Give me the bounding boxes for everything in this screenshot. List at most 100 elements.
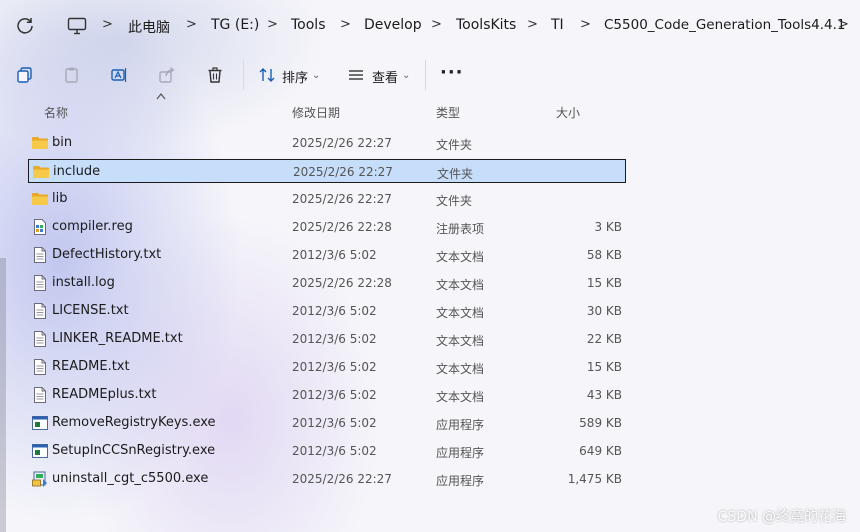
file-type: 注册表项 (436, 222, 485, 236)
file-type: 文本文档 (436, 390, 485, 404)
file-size: 589 KB (579, 416, 622, 430)
breadcrumb-item[interactable]: TG (E:) (211, 17, 259, 33)
text-file-icon (31, 386, 49, 404)
chevron-right-icon[interactable]: > (186, 17, 197, 32)
file-size: 58 KB (586, 248, 622, 262)
command-bar: 排序 ⌄ 查看 ⌄ ··· (0, 52, 860, 98)
chevron-right-icon[interactable]: > (267, 17, 278, 32)
chevron-right-icon[interactable]: > (431, 17, 442, 32)
chevron-right-icon[interactable]: > (580, 17, 591, 32)
file-size: 22 KB (586, 332, 622, 346)
file-modified: 2012/3/6 5:02 (292, 360, 377, 374)
file-row[interactable]: uninstall_cgt_c5500.exe 2025/2/26 22:27 应用… (28, 467, 626, 491)
breadcrumb-item-current[interactable]: C5500_Code_Generation_Tools4.4.1 (604, 17, 846, 33)
file-name: READMEplus.txt (52, 387, 157, 402)
file-row[interactable]: READMEplus.txt 2012/3/6 5:02 文本文档 43 KB (28, 383, 626, 407)
breadcrumb-item[interactable]: ToolsKits (456, 17, 516, 33)
file-name: LICENSE.txt (52, 303, 129, 318)
file-size: 3 KB (594, 220, 622, 234)
file-type: 文本文档 (436, 250, 485, 264)
file-name: RemoveRegistryKeys.exe (52, 415, 216, 430)
file-row[interactable]: README.txt 2012/3/6 5:02 文本文档 15 KB (28, 355, 626, 379)
file-row[interactable]: lib 2025/2/26 22:27 文件夹 (28, 187, 626, 211)
file-row[interactable]: include 2025/2/26 22:27 文件夹 (28, 159, 626, 183)
file-modified: 2012/3/6 5:02 (292, 388, 377, 402)
text-file-icon (31, 246, 49, 264)
chevron-right-icon[interactable]: > (838, 17, 849, 32)
file-type: 文件夹 (436, 194, 473, 208)
file-modified: 2012/3/6 5:02 (292, 248, 377, 262)
file-type: 文件夹 (436, 138, 473, 152)
file-type: 文本文档 (436, 334, 485, 348)
file-row[interactable]: LINKER_README.txt 2012/3/6 5:02 文本文档 22 KB (28, 327, 626, 351)
file-row[interactable]: SetupInCCSnRegistry.exe 2012/3/6 5:02 应用程序… (28, 439, 626, 463)
file-modified: 2012/3/6 5:02 (292, 416, 377, 430)
column-header-type[interactable]: 类型 (436, 104, 460, 121)
file-modified: 2012/3/6 5:02 (292, 332, 377, 346)
file-size: 649 KB (579, 444, 622, 458)
column-header-size[interactable]: 大小 (556, 104, 580, 121)
text-file-icon (31, 358, 49, 376)
column-header-name[interactable]: 名称 (44, 104, 68, 121)
application-icon (31, 414, 49, 432)
breadcrumb-item[interactable]: Tools (291, 17, 326, 33)
file-type: 应用程序 (436, 474, 485, 488)
rename-icon[interactable] (108, 64, 130, 86)
file-type: 文本文档 (436, 362, 485, 376)
file-modified: 2025/2/26 22:27 (292, 472, 392, 486)
column-header-modified[interactable]: 修改日期 (292, 104, 340, 121)
toolbar-divider (243, 60, 244, 90)
copy-icon[interactable] (14, 64, 36, 86)
view-button-label[interactable]: 查看 (372, 67, 398, 86)
chevron-right-icon[interactable]: > (340, 17, 351, 32)
file-row[interactable]: bin 2025/2/26 22:27 文件夹 (28, 131, 626, 155)
chevron-down-icon[interactable]: ⌄ (402, 70, 410, 81)
delete-icon[interactable] (204, 64, 226, 86)
folder-icon (31, 190, 49, 208)
file-modified: 2012/3/6 5:02 (292, 304, 377, 318)
file-type: 文件夹 (437, 167, 474, 181)
breadcrumb-item[interactable]: 此电脑 (128, 17, 170, 37)
file-size: 43 KB (586, 388, 622, 402)
this-pc-icon[interactable] (66, 15, 88, 37)
file-modified: 2025/2/26 22:27 (292, 192, 392, 206)
file-row[interactable]: DefectHistory.txt 2012/3/6 5:02 文本文档 58 KB (28, 243, 626, 267)
file-row[interactable]: compiler.reg 2025/2/26 22:28 注册表项 3 KB (28, 215, 626, 239)
breadcrumb-item[interactable]: TI (551, 17, 564, 33)
chevron-down-icon[interactable]: ⌄ (312, 70, 320, 81)
share-icon[interactable] (156, 64, 178, 86)
address-bar: > 此电脑 > TG (E:) > Tools > Develop > Tool… (0, 0, 860, 52)
file-row[interactable]: install.log 2025/2/26 22:28 文本文档 15 KB (28, 271, 626, 295)
file-row[interactable]: RemoveRegistryKeys.exe 2012/3/6 5:02 应用程序 5… (28, 411, 626, 435)
file-name: uninstall_cgt_c5500.exe (52, 471, 209, 486)
file-name: lib (52, 191, 68, 206)
file-modified: 2025/2/26 22:27 (292, 136, 392, 150)
sort-button-label[interactable]: 排序 (282, 67, 308, 86)
file-name: DefectHistory.txt (52, 247, 162, 262)
file-type: 应用程序 (436, 418, 485, 432)
file-name: SetupInCCSnRegistry.exe (52, 443, 216, 458)
file-modified: 2012/3/6 5:02 (292, 444, 377, 458)
file-name: include (53, 164, 101, 179)
folder-icon (32, 163, 50, 181)
file-row[interactable]: LICENSE.txt 2012/3/6 5:02 文本文档 30 KB (28, 299, 626, 323)
file-type: 文本文档 (436, 306, 485, 320)
view-icon[interactable] (345, 64, 367, 86)
file-type: 文本文档 (436, 278, 485, 292)
file-modified: 2025/2/26 22:28 (292, 276, 392, 290)
chevron-right-icon[interactable]: > (102, 17, 113, 32)
registry-file-icon (31, 218, 49, 236)
paste-icon[interactable] (61, 64, 83, 86)
refresh-icon[interactable] (14, 15, 36, 37)
breadcrumb-item[interactable]: Develop (364, 17, 422, 33)
sort-icon[interactable] (256, 64, 278, 86)
more-options-icon[interactable]: ··· (440, 62, 464, 83)
file-size: 15 KB (586, 276, 622, 290)
chevron-right-icon[interactable]: > (527, 17, 538, 32)
window-edge (0, 258, 6, 532)
text-file-icon (31, 330, 49, 348)
file-size: 1,475 KB (567, 472, 622, 486)
application-icon (31, 442, 49, 460)
file-size: 15 KB (586, 360, 622, 374)
file-type: 应用程序 (436, 446, 485, 460)
